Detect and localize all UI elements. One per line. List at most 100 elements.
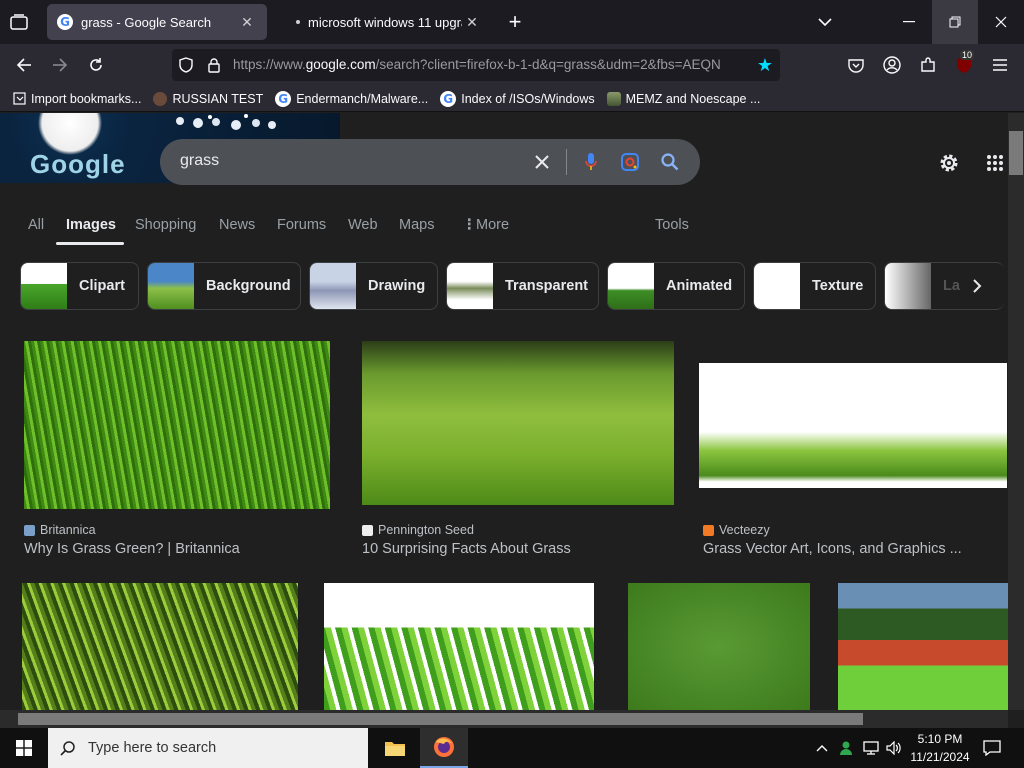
image-result[interactable]: Vecteezy Grass Vector Art, Icons, and Gr… (699, 333, 1007, 557)
chevron-down-icon[interactable] (814, 12, 836, 32)
tab-windows-upgrade[interactable]: microsoft windows 11 upgrade ✕ (282, 4, 492, 40)
bookmark-star-icon[interactable]: ★ (756, 55, 774, 75)
result-title[interactable]: Grass Vector Art, Icons, and Graphics ..… (703, 541, 962, 557)
search-box[interactable]: grass (160, 139, 700, 185)
tab-web[interactable]: Web (348, 217, 378, 233)
chip-label: Texture (812, 278, 864, 294)
result-source[interactable]: Britannica (24, 523, 96, 537)
close-window-icon[interactable] (978, 0, 1024, 44)
bookmark-russian-test[interactable]: RUSSIAN TEST (153, 91, 264, 106)
chip-label: Clipart (79, 278, 125, 294)
tray-app-icon[interactable] (836, 738, 856, 758)
tools-button[interactable]: Tools (655, 217, 689, 233)
result-image[interactable] (24, 341, 330, 509)
pocket-icon[interactable] (846, 55, 866, 75)
result-image[interactable] (324, 583, 594, 710)
back-arrow-icon[interactable] (12, 54, 36, 76)
horizontal-scroll-thumb[interactable] (18, 713, 863, 725)
close-tab-icon[interactable]: ✕ (237, 14, 257, 31)
chip-thumbnail (885, 263, 931, 309)
google-favicon-icon: G (57, 14, 73, 30)
result-source[interactable]: Vecteezy (703, 523, 770, 537)
minimize-icon[interactable] (886, 0, 932, 44)
image-result[interactable] (324, 583, 594, 710)
close-tab-icon[interactable]: ✕ (462, 14, 482, 31)
url-text: https://www.google.com/search?client=fir… (233, 57, 753, 72)
more-dots-icon[interactable]: ⋮ (462, 217, 477, 233)
forward-arrow-icon[interactable] (48, 54, 72, 76)
address-bar[interactable]: https://www.google.com/search?client=fir… (172, 49, 780, 81)
system-clock[interactable]: 5:10 PM 11/21/2024 (905, 730, 975, 766)
url-path: /search?client=firefox-b-1-d&q=grass&udm… (375, 57, 721, 72)
file-explorer-icon[interactable] (372, 728, 418, 768)
tab-maps[interactable]: Maps (399, 217, 434, 233)
chip-transparent[interactable]: Transparent (446, 262, 599, 310)
bookmark-isos[interactable]: G Index of /ISOs/Windows (440, 90, 595, 107)
chip-texture[interactable]: Texture (753, 262, 876, 310)
result-image[interactable] (362, 341, 674, 505)
image-result[interactable]: Pennington Seed 10 Surprising Facts Abou… (362, 341, 674, 557)
tab-all[interactable]: All (28, 217, 44, 233)
bookmark-endermanch[interactable]: G Endermanch/Malware... (275, 90, 428, 107)
vecteezy-icon (703, 524, 714, 536)
network-icon[interactable] (860, 738, 882, 758)
bookmark-memz[interactable]: MEMZ and Noescape ... (606, 91, 760, 106)
lens-camera-icon[interactable] (618, 150, 642, 174)
chip-background[interactable]: Background (147, 262, 301, 310)
tab-news[interactable]: News (219, 217, 255, 233)
show-hidden-icons-icon[interactable] (812, 738, 832, 758)
result-image[interactable] (699, 363, 1007, 488)
menu-hamburger-icon[interactable] (990, 55, 1010, 75)
result-title[interactable]: 10 Surprising Facts About Grass (362, 541, 571, 557)
vertical-scroll-thumb[interactable] (1009, 131, 1023, 175)
image-result[interactable] (628, 583, 810, 710)
microphone-icon[interactable] (580, 150, 602, 174)
horizontal-scrollbar[interactable] (0, 710, 1008, 728)
tab-forums[interactable]: Forums (277, 217, 326, 233)
pennington-icon (362, 524, 373, 536)
navigation-toolbar: https://www.google.com/search?client=fir… (0, 44, 1024, 86)
chevron-right-icon[interactable] (962, 273, 992, 299)
image-result[interactable]: Britannica Why Is Grass Green? | Britann… (24, 341, 330, 557)
result-title[interactable]: Why Is Grass Green? | Britannica (24, 541, 240, 557)
tab-shopping[interactable]: Shopping (135, 217, 196, 233)
result-image[interactable] (838, 583, 1008, 710)
bookmark-import[interactable]: Import bookmarks... (12, 92, 141, 106)
windows-start-icon[interactable] (0, 728, 48, 768)
clear-icon[interactable] (532, 152, 552, 172)
bookmark-label: RUSSIAN TEST (172, 91, 264, 106)
chip-clipart[interactable]: Clipart (20, 262, 139, 310)
tab-strip: G grass - Google Search ✕ microsoft wind… (0, 0, 1024, 44)
notifications-icon[interactable] (980, 738, 1004, 758)
search-placeholder: Type here to search (88, 740, 217, 756)
tab-images[interactable]: Images (66, 217, 116, 233)
chip-drawing[interactable]: Drawing (309, 262, 438, 310)
image-result[interactable] (22, 583, 298, 710)
tab-title: microsoft windows 11 upgrade (308, 14, 462, 30)
extensions-icon[interactable] (918, 55, 938, 75)
lock-icon[interactable] (206, 57, 222, 73)
result-source[interactable]: Pennington Seed (362, 523, 474, 537)
tab-grass-search[interactable]: G grass - Google Search ✕ (47, 4, 267, 40)
volume-icon[interactable] (884, 738, 904, 758)
apps-grid-icon[interactable] (982, 150, 1008, 176)
gear-icon[interactable] (936, 150, 962, 176)
account-icon[interactable] (882, 55, 902, 75)
search-input[interactable]: grass (180, 152, 219, 170)
tab-list-icon[interactable] (8, 12, 30, 32)
result-image[interactable] (628, 583, 810, 710)
clock-time: 5:10 PM (917, 732, 963, 746)
restore-icon[interactable] (932, 0, 978, 44)
image-result[interactable] (838, 583, 1008, 710)
new-tab-icon[interactable]: + (504, 9, 526, 34)
search-icon[interactable] (658, 150, 682, 174)
tracking-shield-icon[interactable] (178, 57, 194, 73)
firefox-icon[interactable] (420, 728, 468, 768)
taskbar-search[interactable]: Type here to search (48, 728, 368, 768)
tab-more[interactable]: More (476, 217, 509, 233)
ublock-extension-icon[interactable]: 10 (954, 50, 975, 76)
reload-icon[interactable] (84, 54, 108, 76)
chip-animated[interactable]: Animated (607, 262, 745, 310)
vertical-scrollbar[interactable] (1008, 113, 1024, 710)
result-image[interactable] (22, 583, 298, 710)
